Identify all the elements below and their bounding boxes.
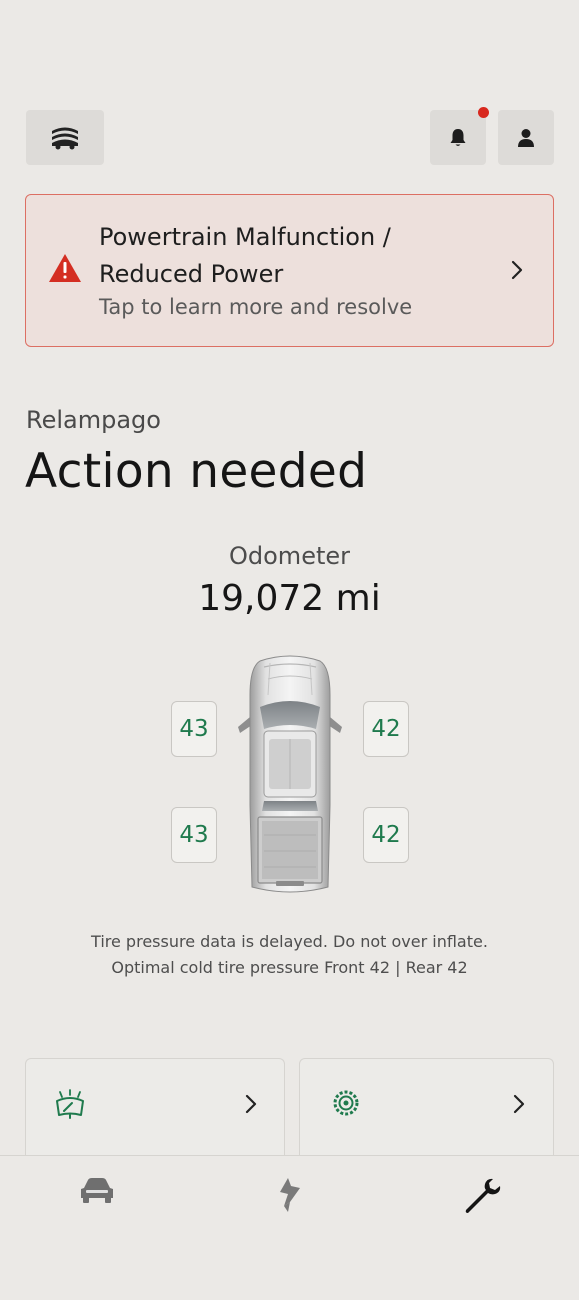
notification-badge bbox=[478, 107, 489, 118]
chevron-right-icon bbox=[245, 1094, 257, 1114]
notifications-button[interactable] bbox=[430, 110, 486, 165]
tire-note-optimal: Optimal cold tire pressure Front 42 | Re… bbox=[111, 958, 468, 977]
wrench-icon bbox=[465, 1178, 501, 1213]
tire-pressure-front-right: 42 bbox=[363, 701, 409, 757]
chevron-right-icon bbox=[511, 260, 523, 280]
truck-top-view-image bbox=[238, 655, 342, 893]
tire-card[interactable] bbox=[299, 1058, 554, 1158]
nav-charging[interactable] bbox=[276, 1176, 304, 1218]
odometer-value: 19,072 mi bbox=[198, 578, 381, 619]
alert-subtitle: Tap to learn more and resolve bbox=[99, 295, 413, 319]
tire-pressure-rear-right: 42 bbox=[363, 807, 409, 863]
tire-gear-icon bbox=[333, 1090, 359, 1116]
odometer-label: Odometer bbox=[229, 542, 350, 570]
nav-vehicle[interactable] bbox=[78, 1176, 116, 1210]
tire-note-delayed: Tire pressure data is delayed. Do not ov… bbox=[91, 932, 488, 951]
chevron-right-icon bbox=[513, 1094, 525, 1114]
alert-title: Powertrain Malfunction / Reduced Power bbox=[99, 223, 391, 288]
washer-card[interactable] bbox=[25, 1058, 285, 1158]
vehicle-name: Relampago bbox=[26, 406, 161, 434]
vehicle-icon bbox=[81, 1178, 113, 1203]
vehicle-status-title: Action needed bbox=[25, 444, 368, 499]
windshield-washer-icon bbox=[56, 1089, 84, 1119]
garage-stack-icon bbox=[52, 127, 78, 149]
person-icon bbox=[518, 128, 534, 147]
bell-icon bbox=[450, 128, 466, 146]
nav-service[interactable] bbox=[463, 1176, 503, 1220]
garage-menu-button[interactable] bbox=[26, 110, 104, 165]
charging-bolt-icon bbox=[280, 1178, 300, 1212]
profile-button[interactable] bbox=[498, 110, 554, 165]
tire-pressure-front-left: 43 bbox=[171, 701, 217, 757]
warning-triangle-icon bbox=[49, 254, 81, 282]
powertrain-alert-card[interactable]: Powertrain Malfunction / Reduced Power T… bbox=[25, 194, 554, 347]
bottom-navigation bbox=[0, 1155, 579, 1300]
tire-pressure-rear-left: 43 bbox=[171, 807, 217, 863]
